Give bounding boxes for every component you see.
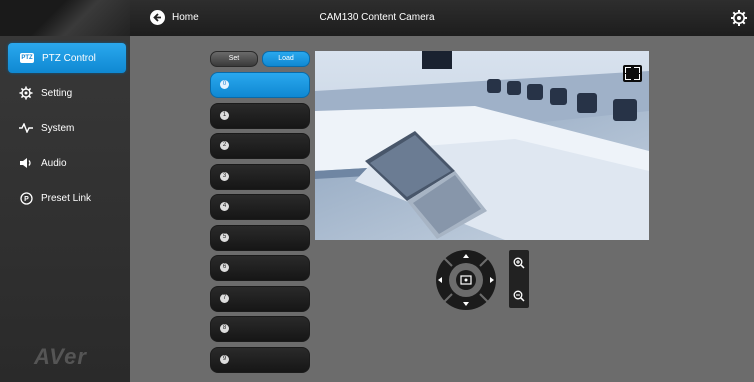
fullscreen-button[interactable] [623, 65, 642, 82]
sidebar-item-setting[interactable]: Setting [0, 78, 130, 108]
sidebar-item-preset-link[interactable]: P Preset Link [0, 183, 130, 213]
sidebar-item-system[interactable]: System [0, 113, 130, 143]
zoom-control [509, 250, 529, 308]
preset-number: 4 [220, 202, 229, 211]
conference-room-image [315, 51, 649, 240]
settings-gear-icon[interactable] [730, 9, 748, 27]
preset-number: 2 [220, 141, 229, 150]
zoom-in-icon [513, 257, 525, 269]
sidebar-item-label: PTZ Control [42, 52, 96, 64]
preset-number: 1 [220, 110, 229, 120]
preset-button-2[interactable]: 2 [210, 133, 310, 159]
ptz-icon: PTZ [20, 53, 34, 63]
preset-button-1[interactable]: 1 [210, 102, 310, 129]
preset-number: 9 [220, 354, 229, 364]
preset-button-3[interactable]: 3 [210, 163, 310, 190]
sidebar: PTZ PTZ Control Setting System Audio P P… [0, 36, 130, 382]
preset-button-8[interactable]: 8 [210, 316, 310, 342]
camera-preview [315, 51, 649, 240]
sidebar-item-label: System [41, 122, 75, 134]
sidebar-item-audio[interactable]: Audio [0, 148, 130, 178]
preset-number: 7 [220, 293, 229, 303]
preset-button-5[interactable]: 5 [210, 224, 310, 251]
preset-number: 0 [220, 80, 229, 89]
load-tab-button[interactable]: Load [262, 51, 310, 67]
camera-title: CAM130 Content Camera [319, 12, 435, 23]
zoom-out-icon [513, 290, 525, 302]
preset-number: 6 [220, 263, 229, 272]
set-tab-button[interactable]: Set [210, 51, 258, 67]
speaker-icon [19, 156, 33, 170]
preset-button-9[interactable]: 9 [210, 346, 310, 373]
preset-button-4[interactable]: 4 [210, 194, 310, 220]
top-bar: Home CAM130 Content Camera [0, 0, 754, 36]
svg-text:P: P [24, 196, 29, 203]
preset-number: 3 [220, 171, 229, 181]
preset-button-0[interactable]: 0 [210, 72, 310, 98]
sidebar-item-label: Setting [41, 87, 73, 99]
ptz-direction-pad [436, 250, 496, 310]
preset-button-6[interactable]: 6 [210, 255, 310, 281]
gear-icon [19, 86, 33, 100]
sidebar-item-ptz-control[interactable]: PTZ PTZ Control [8, 43, 126, 73]
preset-link-icon: P [19, 191, 33, 205]
sidebar-item-label: Preset Link [41, 192, 92, 204]
aver-logo: AVer [34, 344, 87, 369]
pulse-icon [19, 121, 33, 135]
zoom-in-button[interactable] [512, 256, 526, 270]
sidebar-item-label: Audio [41, 157, 67, 169]
zoom-out-button[interactable] [512, 289, 526, 303]
preset-number: 8 [220, 324, 229, 333]
preset-number: 5 [220, 232, 229, 242]
preset-button-7[interactable]: 7 [210, 285, 310, 312]
